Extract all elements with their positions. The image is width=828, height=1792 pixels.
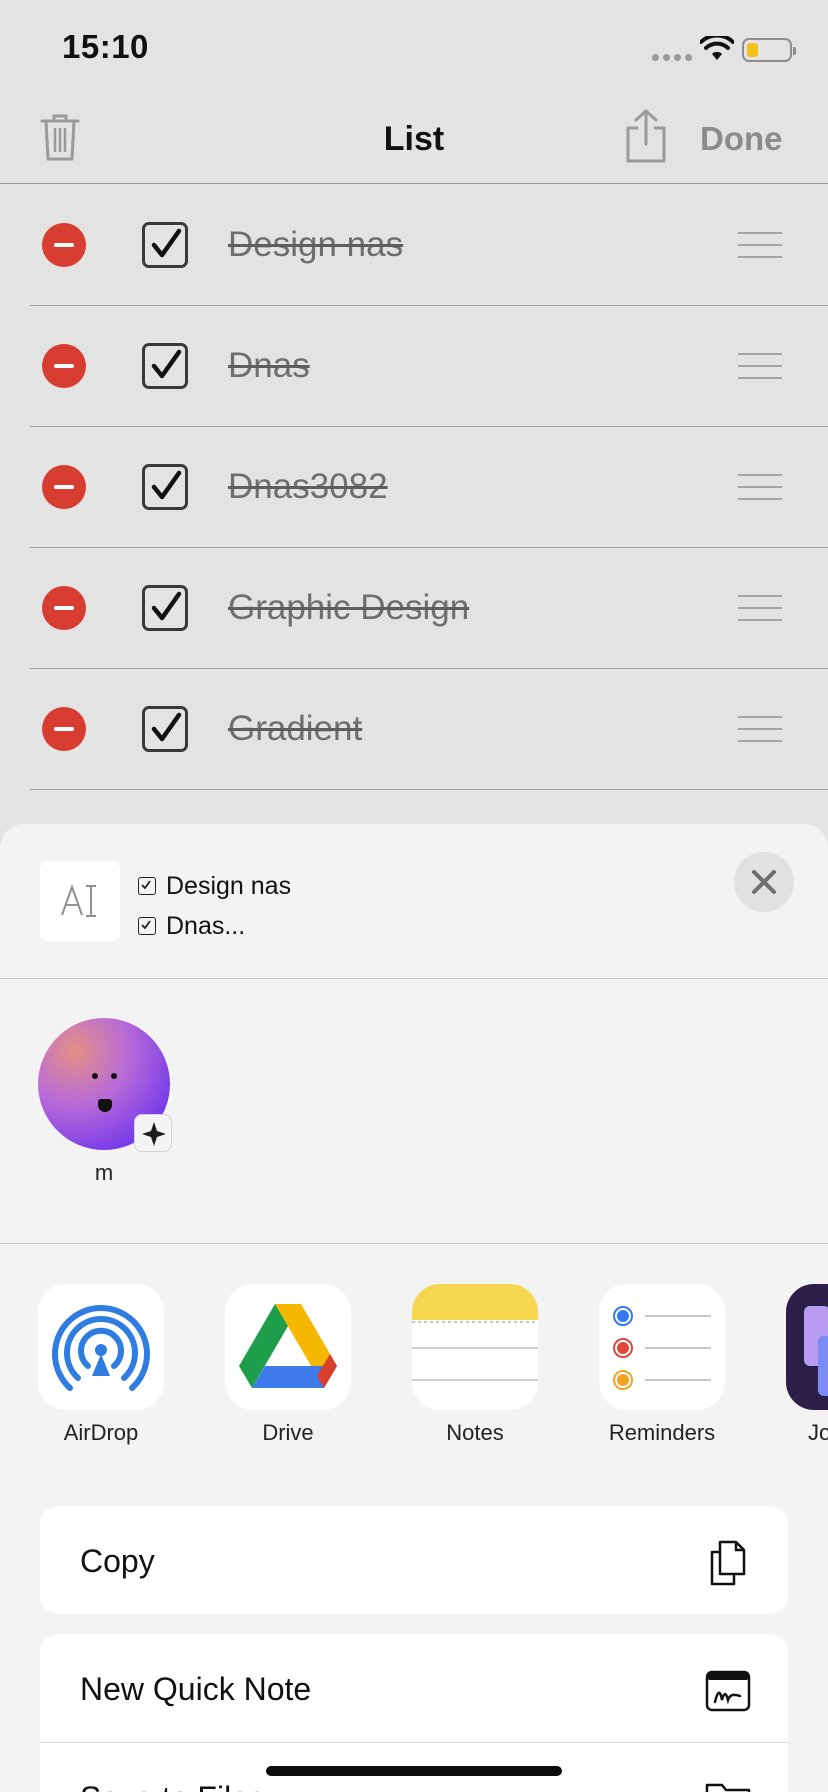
people-suggestions: m xyxy=(0,980,828,1244)
preview-line: Dnas... xyxy=(138,906,291,946)
list-item-text: Graphic Design xyxy=(228,588,470,627)
reorder-handle-icon[interactable] xyxy=(738,716,782,742)
checkbox-checked[interactable] xyxy=(142,343,188,389)
app-label: Notes xyxy=(446,1420,504,1445)
checkbox-checked[interactable] xyxy=(142,585,188,631)
action-label: Copy xyxy=(80,1543,155,1579)
app-label: Reminders xyxy=(608,1420,716,1445)
cellular-signal-icon xyxy=(652,54,692,62)
action-group: Copy xyxy=(40,1506,788,1614)
checkbox-checked[interactable] xyxy=(142,464,188,510)
share-preview-text: Design nas Dnas... xyxy=(138,866,291,946)
share-apps-row: AirDrop Drive Notes Reminders Jo xyxy=(0,1284,828,1474)
share-actions: Copy New Quick Note Save to Files xyxy=(40,1506,788,1792)
list-item[interactable]: Graphic Design xyxy=(0,548,828,669)
checkbox-icon xyxy=(138,877,156,895)
new-quick-note-action[interactable]: New Quick Note xyxy=(40,1634,788,1742)
reminders-icon xyxy=(599,1284,725,1410)
google-drive-icon xyxy=(225,1284,351,1410)
list-item-text: Dnas3082 xyxy=(228,467,388,506)
text-document-thumbnail xyxy=(40,861,120,941)
reorder-handle-icon[interactable] xyxy=(738,595,782,621)
share-sheet: Design nas Dnas... m AirDrop Drive Notes… xyxy=(0,824,828,1792)
share-sheet-header: Design nas Dnas... xyxy=(0,824,828,979)
list-item[interactable]: Gradient xyxy=(0,669,828,790)
home-indicator xyxy=(266,1766,562,1776)
app-airdrop[interactable]: AirDrop xyxy=(38,1284,164,1446)
app-drive[interactable]: Drive xyxy=(225,1284,351,1446)
reorder-handle-icon[interactable] xyxy=(738,232,782,258)
app-journal[interactable]: Jo xyxy=(786,1284,828,1446)
share-icon[interactable] xyxy=(624,108,668,164)
close-icon xyxy=(752,870,776,894)
copy-icon xyxy=(710,1540,746,1586)
app-notes[interactable]: Notes xyxy=(412,1284,538,1446)
delete-minus-icon[interactable] xyxy=(42,223,86,267)
list-item[interactable]: Design nas xyxy=(0,185,828,306)
delete-minus-icon[interactable] xyxy=(42,586,86,630)
todo-list: Design nas Dnas Dnas3082 Graphic Design … xyxy=(0,185,828,790)
app-label: AirDrop xyxy=(63,1420,139,1445)
list-item[interactable]: Dnas xyxy=(0,306,828,427)
status-bar: 15:10 xyxy=(0,0,828,96)
app-reminders[interactable]: Reminders xyxy=(599,1284,725,1446)
preview-line: Design nas xyxy=(138,866,291,906)
close-button[interactable] xyxy=(734,852,794,912)
delete-minus-icon[interactable] xyxy=(42,707,86,751)
app-label: Drive xyxy=(262,1420,314,1445)
text-icon xyxy=(61,884,96,917)
app-label: Jo xyxy=(808,1420,828,1445)
action-label: New Quick Note xyxy=(80,1671,312,1707)
journal-icon xyxy=(786,1284,828,1410)
battery-icon xyxy=(742,38,796,62)
quick-note-icon xyxy=(705,1670,751,1712)
checkbox-icon xyxy=(138,917,156,935)
list-item-text: Gradient xyxy=(228,709,363,748)
contact-name: m xyxy=(94,1160,114,1185)
folder-icon xyxy=(705,1783,751,1792)
action-label: Save to Files xyxy=(80,1780,265,1792)
list-item[interactable]: Dnas3082 xyxy=(0,427,828,548)
checkbox-checked[interactable] xyxy=(142,706,188,752)
reorder-handle-icon[interactable] xyxy=(738,353,782,379)
list-item-text: Dnas xyxy=(228,346,310,385)
checkbox-checked[interactable] xyxy=(142,222,188,268)
wifi-icon xyxy=(700,36,734,60)
delete-minus-icon[interactable] xyxy=(42,465,86,509)
navigation-bar: List Done xyxy=(0,96,828,184)
preview-line-text: Dnas... xyxy=(166,912,246,940)
delete-minus-icon[interactable] xyxy=(42,344,86,388)
sparkle-icon xyxy=(134,1114,172,1152)
copy-action[interactable]: Copy xyxy=(40,1506,788,1614)
list-item-text: Design nas xyxy=(228,225,404,264)
notes-icon xyxy=(412,1284,538,1410)
done-button[interactable]: Done xyxy=(700,120,783,158)
airdrop-icon xyxy=(38,1284,164,1410)
preview-line-text: Design nas xyxy=(166,872,292,900)
reorder-handle-icon[interactable] xyxy=(738,474,782,500)
status-time: 15:10 xyxy=(62,28,149,65)
